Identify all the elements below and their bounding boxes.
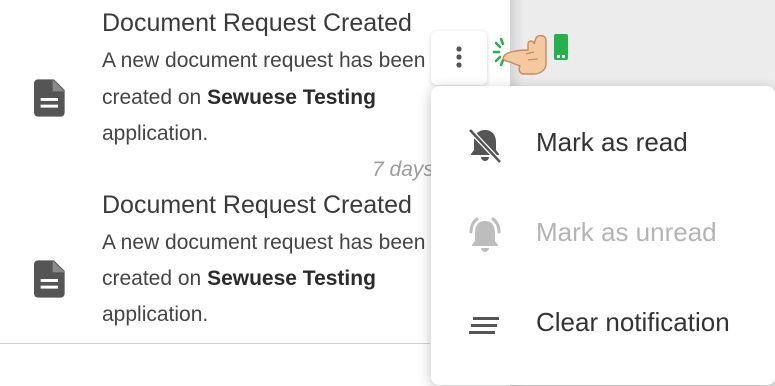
notification-app-name: Sewuese Testing	[207, 86, 376, 109]
notification-message-line: created on Sewuese Testing	[102, 267, 376, 290]
document-icon	[34, 260, 65, 298]
bell-off-icon	[468, 128, 502, 164]
mark-as-read-menu-item[interactable]: Mark as read	[431, 99, 775, 189]
notification-message-line: application.	[102, 122, 209, 145]
bell-ring-icon	[469, 217, 501, 252]
clear-notification-menu-item[interactable]: Clear notification	[431, 279, 775, 369]
document-icon	[34, 79, 65, 117]
mark-as-read-label: Mark as read	[536, 127, 688, 157]
more-vertical-icon	[456, 46, 462, 68]
notification-message-line: A new document request has been	[102, 231, 426, 254]
more-options-button[interactable]	[431, 31, 487, 85]
notification-message-line: created on Sewuese Testing	[102, 86, 376, 109]
mark-as-unread-menu-item[interactable]: Mark as unread	[431, 189, 775, 279]
notification-title: Document Request Created	[102, 9, 412, 37]
clear-all-icon	[469, 317, 499, 334]
pointing-hand-cursor-icon	[492, 34, 568, 75]
clear-notification-label: Clear notification	[536, 307, 730, 337]
notification-context-menu: Mark as read Mark as unread Clear notifi…	[431, 86, 775, 385]
notification-message-line: application.	[102, 303, 209, 326]
notification-app-name: Sewuese Testing	[207, 267, 376, 290]
divider	[0, 343, 430, 344]
mark-as-unread-label: Mark as unread	[536, 217, 717, 247]
notification-message-line: A new document request has been	[102, 49, 426, 72]
notification-title: Document Request Created	[102, 191, 412, 219]
